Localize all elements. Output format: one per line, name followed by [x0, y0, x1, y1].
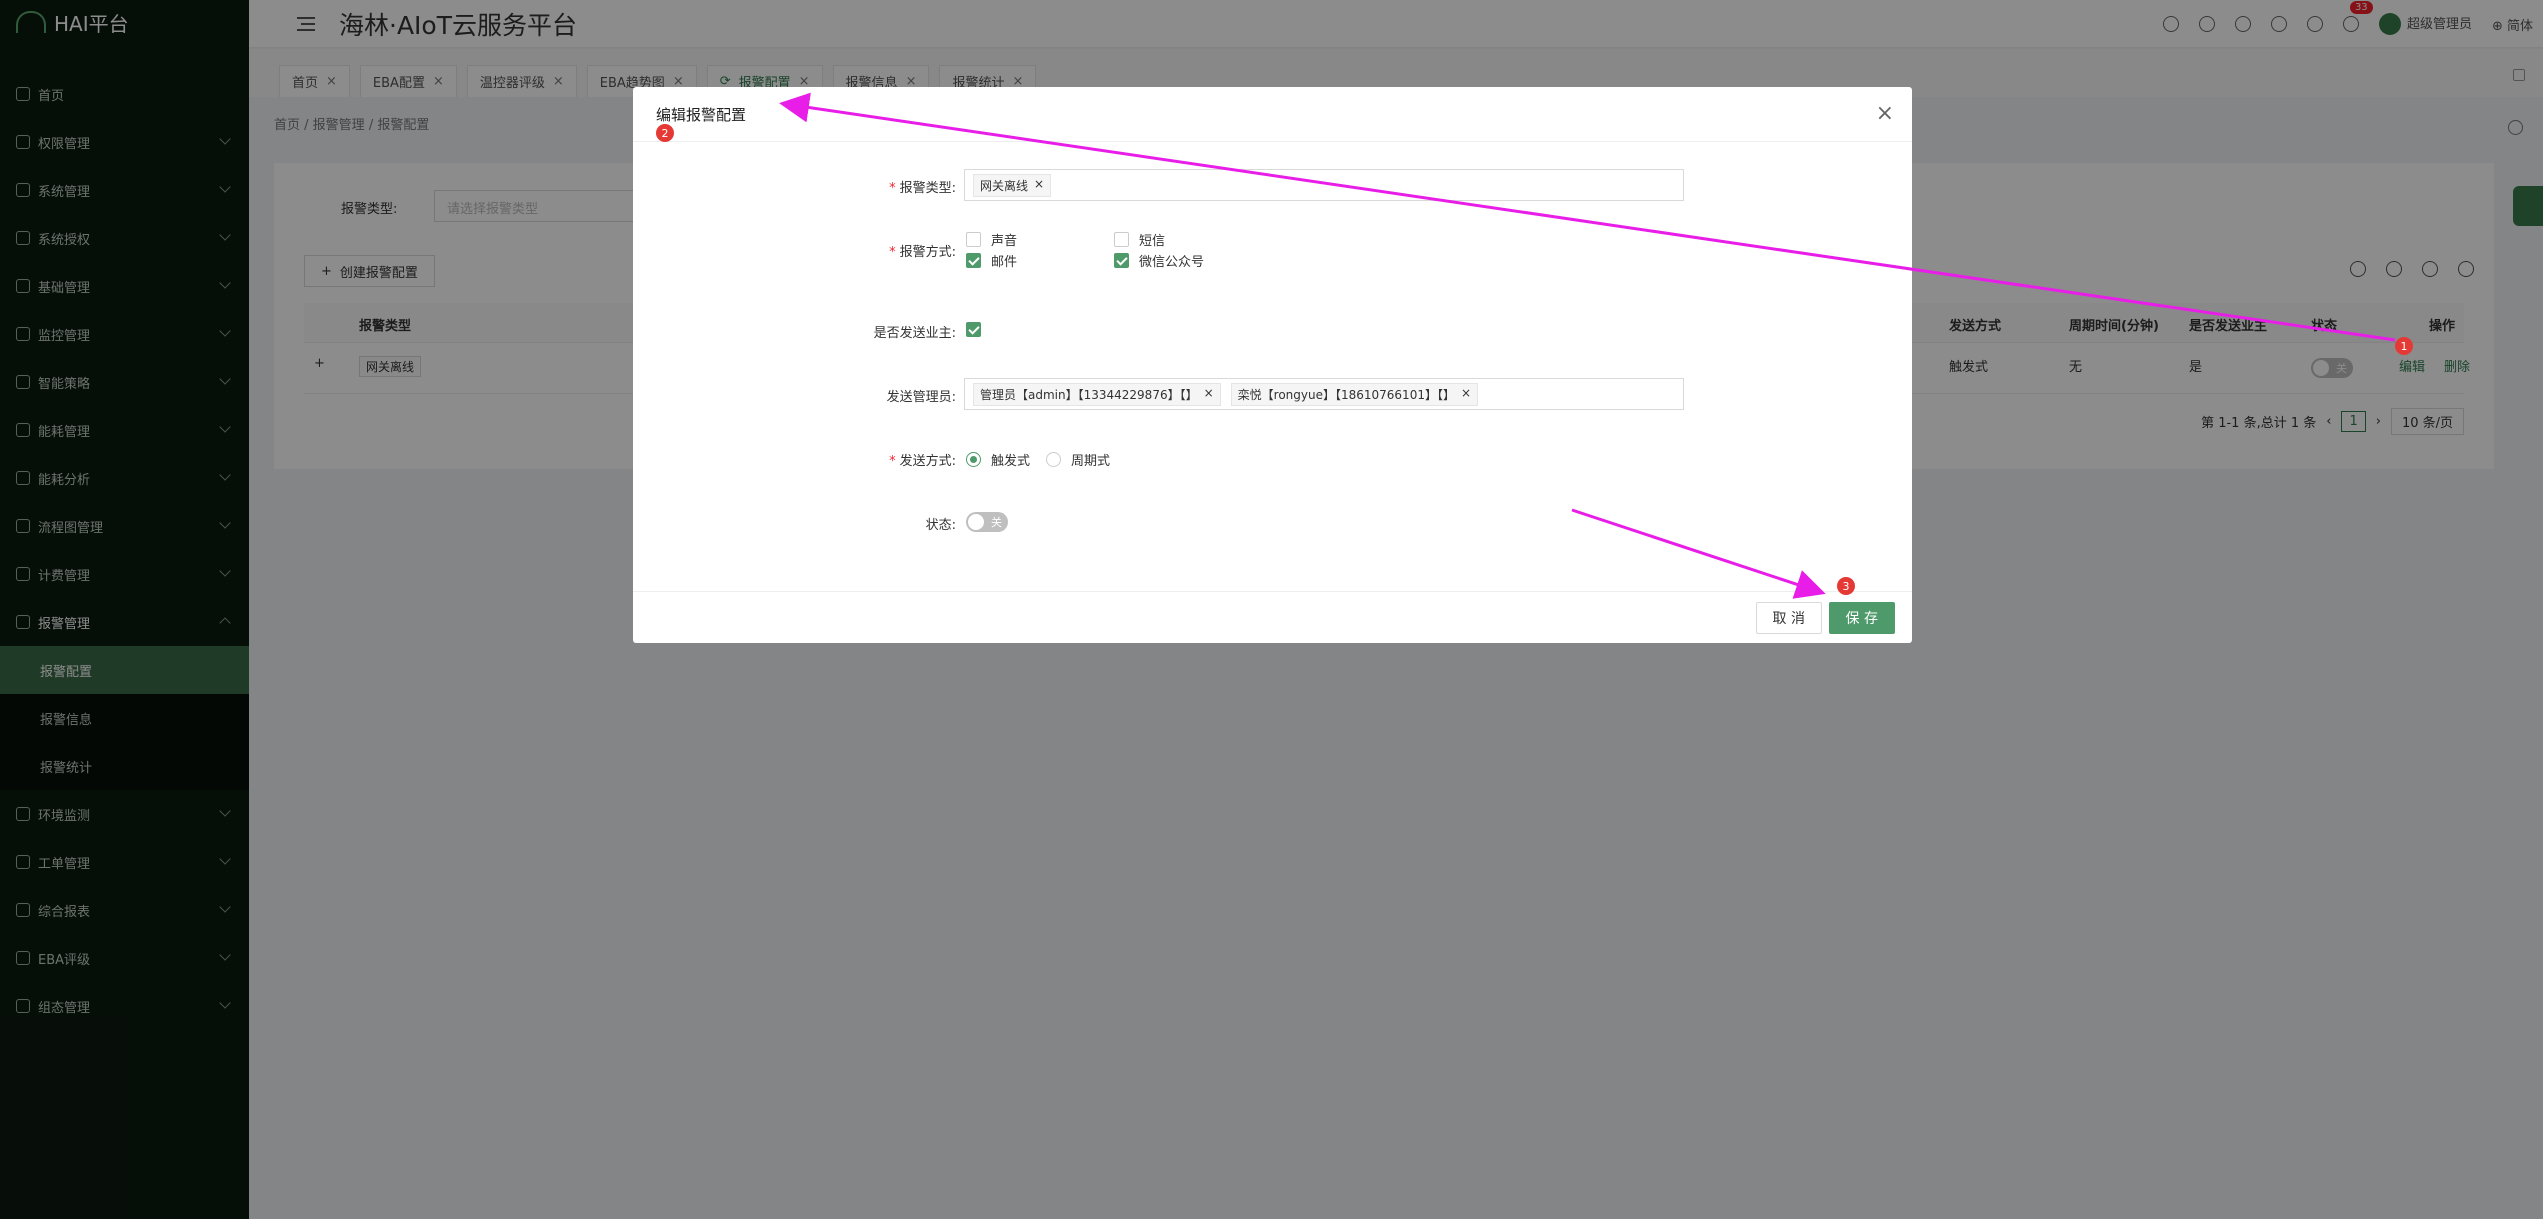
annotation-arrows: [779, 92, 2396, 599]
arrow-to-title: [779, 92, 2396, 342]
arrow-to-save: [1571, 508, 1826, 599]
